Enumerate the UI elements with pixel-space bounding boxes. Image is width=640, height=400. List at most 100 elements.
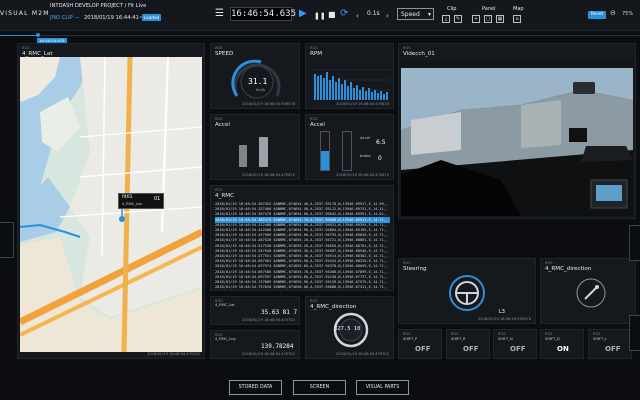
project-title[interactable]: INTDASH DEVELOP PROJECT / Fit Live bbox=[50, 3, 146, 9]
brake-bar-track bbox=[342, 131, 352, 171]
clip-selector[interactable]: [NO CLIP — bbox=[50, 15, 80, 21]
shift-panel: RGS SHIFT_N OFF bbox=[493, 329, 537, 359]
marker-name: fit01 bbox=[122, 195, 133, 200]
shift-title: SHIFT_P bbox=[403, 337, 418, 341]
speed-panel: RGS SPEED 31.1 km/h 2018/01/19 16:46:54.… bbox=[210, 43, 300, 109]
shift-panel: RGS SHIFT_R OFF bbox=[446, 329, 490, 359]
panel-tag: RGS bbox=[451, 332, 459, 336]
panel-title: SPEED bbox=[215, 51, 234, 57]
rmc-log-row[interactable]: 2018/01/19 16:46:54.757620 $GNRMC,074656… bbox=[215, 284, 390, 290]
left-drawer-handle[interactable] bbox=[0, 222, 14, 258]
panel-tag: RGS bbox=[403, 46, 411, 50]
panel-group-label: Panel bbox=[482, 6, 496, 12]
panel-tag: RGS bbox=[498, 332, 506, 336]
shift-panel: RGS SHIFT_P OFF bbox=[398, 329, 442, 359]
app-window: VISUAL M2M INTDASH DEVELOP PROJECT / Fit… bbox=[0, 0, 640, 400]
loop-button[interactable]: ⟳ bbox=[340, 8, 348, 20]
panel-tag: RGS bbox=[310, 299, 318, 303]
loaded-badge: Loaded bbox=[142, 14, 162, 21]
clip-save-icon[interactable]: ⤓ bbox=[442, 15, 450, 23]
brake-pedal-icon bbox=[239, 145, 247, 167]
map-marker-label[interactable]: fit01 4_RMC_Lon 01 bbox=[118, 193, 164, 209]
panel-title: 4_RMC_direction bbox=[310, 304, 357, 310]
rpm-panel: RGS RPM 2018/01/19 16:46:54.470870 bbox=[305, 43, 394, 109]
right-drawer-handle-2[interactable] bbox=[629, 315, 640, 351]
seek-track bbox=[0, 35, 640, 36]
menu-icon[interactable]: ☰ bbox=[215, 8, 224, 20]
shift-state: OFF bbox=[463, 345, 479, 353]
marker-sub: 4_RMC_Lon bbox=[122, 202, 143, 206]
seek-handle[interactable] bbox=[36, 33, 40, 37]
panel-add-icon[interactable]: + bbox=[472, 15, 480, 23]
reset-button[interactable]: Reset bbox=[588, 11, 606, 19]
panel-grid-icon[interactable]: ▦ bbox=[496, 15, 504, 23]
rpm-chart bbox=[312, 69, 390, 100]
panel-tag: RGS bbox=[310, 46, 318, 50]
panel-title: Accel bbox=[310, 122, 325, 128]
panel-title: Videcch_01 bbox=[403, 51, 435, 57]
panel-tag: RGS bbox=[545, 261, 553, 265]
screen-button[interactable]: SCREEN bbox=[293, 380, 346, 395]
steering-value: L3 bbox=[499, 309, 505, 315]
visual-parts-button[interactable]: VISUAL PARTS bbox=[356, 380, 409, 395]
brake-label: brake bbox=[360, 153, 371, 158]
panel-timestamp: 2018/01/19 16:46:54.470702 bbox=[242, 352, 295, 356]
map-group-label: Map bbox=[513, 6, 524, 12]
lat-value: 35.63 81 7 bbox=[261, 309, 298, 316]
panel-timestamp: 2018/01/19 16:46:54.470702 bbox=[336, 352, 389, 356]
shift-title: SHIFT_R bbox=[451, 337, 466, 341]
panel-title: 4_RMC_Lat bbox=[215, 303, 235, 307]
accel-label: Accel bbox=[360, 135, 371, 140]
current-time-display: 16:46:54.635 bbox=[230, 7, 297, 21]
panel-title: 4_RMC_direction bbox=[545, 266, 592, 272]
clip-time: 2018/01/19 16:44:41~ bbox=[84, 15, 144, 21]
direction-arrow-icon bbox=[576, 278, 606, 308]
lng-panel: RGS 4_RMC_Lng 139.78284 2018/01/19 16:46… bbox=[210, 330, 300, 359]
direction-right-panel: RGS 4_RMC_direction bbox=[540, 258, 636, 324]
zoom-out-icon[interactable]: ⊖ bbox=[610, 9, 616, 17]
dashcam-video[interactable] bbox=[401, 60, 633, 216]
panel-timestamp: 2018/01/19 16:46:54.939578 bbox=[242, 102, 295, 106]
panel-title: 4_RMC bbox=[215, 193, 234, 199]
panel-timestamp: 2018/01/19 16:46:54.470870 bbox=[336, 102, 389, 106]
shift-state: OFF bbox=[510, 345, 526, 353]
panel-tag: RGS bbox=[310, 117, 318, 121]
shift-panel: RGS SHIFT_D ON bbox=[540, 329, 584, 359]
map-view[interactable] bbox=[20, 57, 202, 352]
accel-bar-fill bbox=[321, 151, 329, 170]
play-button[interactable]: ▶ bbox=[299, 8, 307, 20]
clip-group-label: Clip bbox=[447, 6, 457, 12]
zoom-level: 75% bbox=[622, 11, 634, 17]
accel-value: 6.5 bbox=[376, 139, 386, 146]
panel-layout-icon[interactable]: ▢ bbox=[484, 15, 492, 23]
speed-select-label: Speed bbox=[401, 11, 420, 18]
panel-title: Accel bbox=[215, 122, 230, 128]
speed-unit: km/h bbox=[256, 88, 266, 92]
step-forward-button[interactable]: › bbox=[386, 10, 389, 22]
panel-tag: RGS bbox=[215, 117, 223, 121]
speed-value: 31.1 bbox=[248, 77, 268, 86]
accel-bars-panel: RGS Accel Accel 6.5 brake 0 2018/01/19 1… bbox=[305, 114, 394, 180]
panel-title: RPM bbox=[310, 51, 323, 57]
speed-select[interactable]: Speed ▾ bbox=[397, 8, 434, 20]
panel-title: Steering bbox=[403, 266, 427, 272]
stop-button[interactable]: ■ bbox=[328, 9, 336, 21]
step-back-button[interactable]: ‹ bbox=[356, 10, 359, 22]
panel-tag: RGS bbox=[403, 332, 411, 336]
right-drawer-handle[interactable] bbox=[629, 225, 640, 261]
shift-title: SHIFT_N bbox=[498, 337, 513, 341]
step-rate: 0.1s bbox=[367, 10, 380, 17]
panel-tag: RGS bbox=[403, 261, 411, 265]
panel-timestamp: 2018/01/19 16:46:54.470870 bbox=[242, 173, 295, 177]
chevron-down-icon: ▾ bbox=[427, 11, 431, 18]
map-layer-icon[interactable]: ⌂ bbox=[513, 15, 521, 23]
panel-tag: RGS bbox=[593, 332, 601, 336]
stored-data-button[interactable]: STORED DATA bbox=[229, 380, 282, 395]
direction-panel: RGS 4_RMC_direction 327.5 10 2018/01/19 … bbox=[305, 296, 394, 359]
shift-title: SHIFT_L bbox=[593, 337, 608, 341]
clip-edit-icon[interactable]: ✎ bbox=[454, 15, 462, 23]
lng-value: 139.78284 bbox=[261, 343, 294, 350]
panel-timestamp: 2018/01/19 16:46:54.470870 bbox=[336, 173, 389, 177]
pause-button[interactable]: ❚❚ bbox=[314, 10, 326, 22]
shift-state: ON bbox=[557, 345, 569, 353]
